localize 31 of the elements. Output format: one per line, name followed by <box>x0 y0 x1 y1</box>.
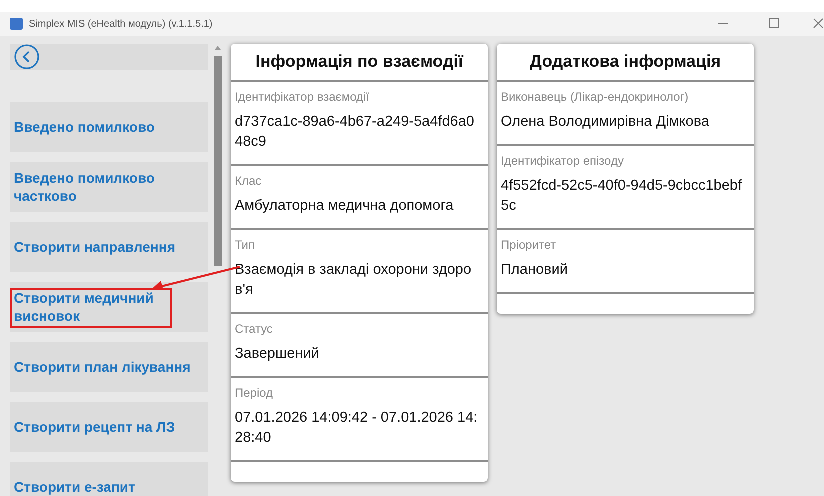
sidebar-item[interactable]: Створити направлення <box>10 222 208 272</box>
back-icon <box>14 44 40 70</box>
field-label: Тип <box>235 238 256 252</box>
scrollbar-thumb[interactable] <box>214 56 222 266</box>
field-label: Виконавець (Лікар-ендокринолог) <box>501 90 690 104</box>
field-value: 4f552fcd-52c5-40f0-94d5-9cbcc1bebf5c <box>501 177 744 216</box>
field-label: Ідентифікатор взаємодії <box>235 90 371 104</box>
card-title: Інформація по взаємодії <box>231 44 488 82</box>
window-title: Simplex MIS (eHealth модуль) (v.1.1.5.1) <box>29 18 214 30</box>
field-value: Завершений <box>235 345 320 364</box>
sidebar-item[interactable]: Створити план лікування <box>10 342 208 392</box>
sidebar-item[interactable]: Введено помилково частково <box>10 162 208 212</box>
field-label: Ідентифікатор епізоду <box>501 154 625 168</box>
field-value: Амбулаторна медична допомога <box>235 197 455 216</box>
field-value: 07.01.2026 14:09:42 - 07.01.2026 14:28:40 <box>235 409 479 448</box>
sidebar-item[interactable]: Створити рецепт на ЛЗ <box>10 402 208 452</box>
field-value: Плановий <box>501 261 569 280</box>
sidebar-item[interactable]: Створити медичний висновок <box>10 282 208 332</box>
field-label: Статус <box>235 322 274 336</box>
field-label: Період <box>235 386 274 400</box>
sidebar-item[interactable]: Введено помилково <box>10 102 208 152</box>
field-label: Клас <box>235 174 263 188</box>
field-label: Пріоритет <box>501 238 558 252</box>
field-value: Взаємодія в закладі охорони здоров'я <box>235 261 473 300</box>
sidebar-item[interactable]: Створити е-запит <box>10 462 208 496</box>
scroll-up-icon[interactable] <box>214 44 222 52</box>
back-button[interactable] <box>10 44 208 70</box>
app-icon <box>10 18 23 30</box>
card-title: Додаткова інформація <box>497 44 754 82</box>
field-value: d737ca1c-89a6-4b67-a249-5a4fd6a048c9 <box>235 113 476 152</box>
field-value: Олена Володимирівна Дімкова <box>501 113 710 132</box>
